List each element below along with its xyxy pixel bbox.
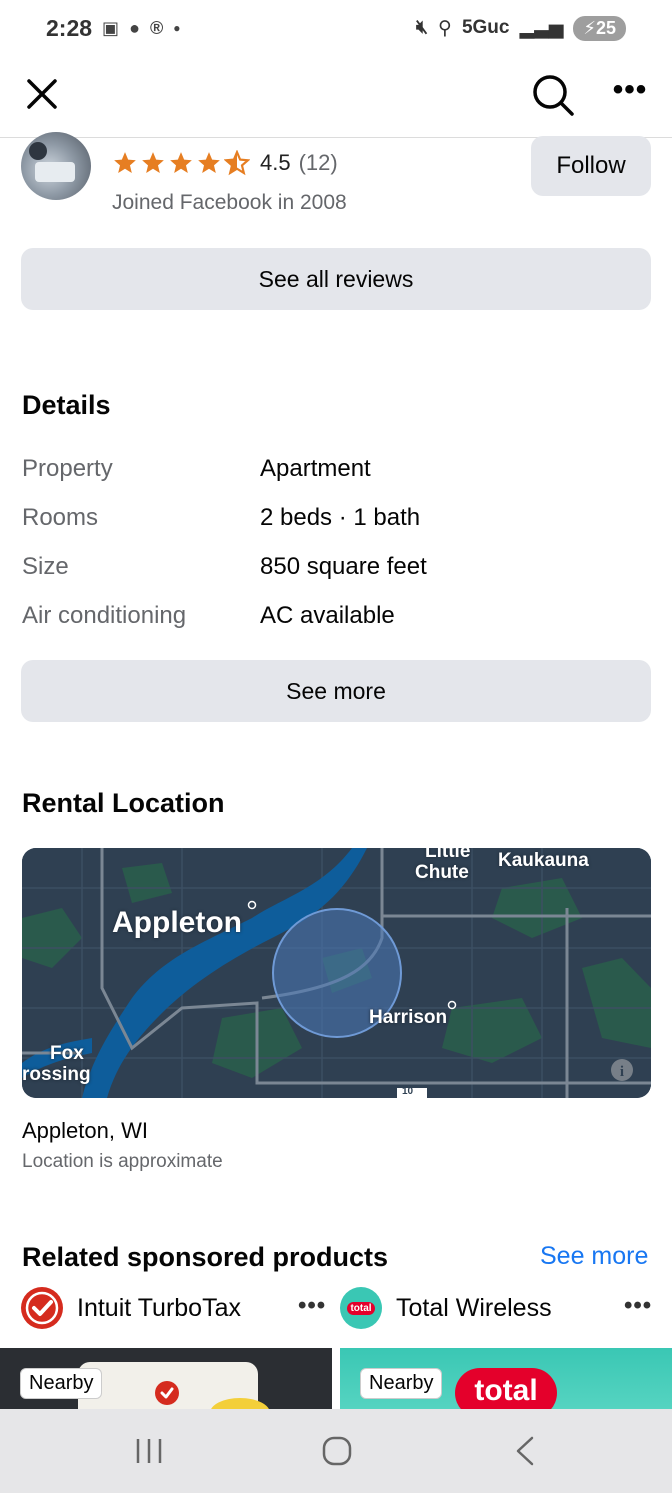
sponsored-card-total-wireless[interactable]: total Nearby [340,1348,672,1410]
total-brand-logo: total [455,1368,557,1410]
more-dots-icon: ••• [624,1292,653,1319]
location-map[interactable]: i Little Chute Kaukauna Appleton Harriso… [22,848,651,1098]
see-all-reviews-button[interactable]: See all reviews [21,248,651,310]
total-wireless-logo-icon: total [340,1287,382,1329]
detail-row: Air conditioning AC available [22,591,652,640]
dot-icon: ● [173,21,181,35]
status-time: 2:28 [46,14,93,41]
details-title: Details [22,390,111,420]
star-full-icon [198,152,220,173]
see-more-details-button[interactable]: See more [21,660,651,722]
sponsor-name: Intuit TurboTax [77,1293,241,1322]
turbotax-logo-icon [21,1287,63,1329]
home-icon[interactable] [321,1435,353,1467]
detail-row: Size 850 square feet [22,542,652,591]
nearby-badge: Nearby [360,1368,443,1399]
chat-icon: ● [129,17,140,38]
location-icon: ⚲ [438,17,452,39]
battery-level: ⚡25 [573,15,626,41]
turbotax-check-icon [155,1381,179,1405]
more-dots-icon: ••• [612,73,648,106]
sponsor-total-wireless[interactable]: total Total Wireless [340,1287,552,1329]
map-label-little: Little [425,848,471,862]
detail-key: Rooms [22,503,99,531]
star-full-icon [114,152,136,173]
sponsored-card-turbotax[interactable]: Nearby [0,1348,332,1410]
detail-value: AC available [260,601,395,629]
rental-location-title: Rental Location [22,788,225,818]
detail-key: Size [22,552,69,580]
detail-value: 850 square feet [260,552,427,580]
detail-row: Property Apartment [22,444,652,493]
detail-key: Air conditioning [22,601,187,629]
map-label-chute: Chute [415,862,469,883]
svg-text:i: i [620,1064,624,1080]
seller-rating: 4.5 (12) [112,150,338,176]
star-full-icon [142,152,164,173]
r-app-icon: ® [149,17,164,38]
rating-value: 4.5 [260,150,291,175]
highway-shield-label: 10 [402,1086,414,1097]
nearby-badge: Nearby [20,1368,103,1399]
close-button[interactable] [22,74,62,114]
close-icon [27,79,57,109]
status-bar: 2:28 ▣ ● ® ● 🔇︎ ⚲ 5Guc ▂▃▅ ⚡25 [0,0,672,56]
location-name: Appleton, WI [22,1118,148,1143]
map-graphic: i [22,848,651,1098]
details-list: Property Apartment Rooms 2 beds · 1 bath… [22,444,652,640]
map-label-crossing: rossing [22,1064,91,1085]
star-half-icon [224,150,250,176]
related-products-title: Related sponsored products [22,1242,389,1272]
sponsor-name: Total Wireless [396,1293,552,1322]
signal-icon: ▂▃▅ [519,17,564,39]
top-navigation: ••• [0,56,672,138]
seller-avatar[interactable] [21,132,91,200]
search-icon [533,75,574,116]
detail-value: Apartment [260,454,371,482]
rating-count: (12) [298,150,338,175]
location-note: Location is approximate [22,1151,223,1172]
search-button[interactable] [530,72,576,118]
map-label-kaukauna: Kaukauna [498,850,589,871]
battery-icon: ⚡ [583,17,596,38]
map-label-fox: Fox [50,1043,84,1064]
detail-row: Rooms 2 beds · 1 bath [22,493,652,542]
back-icon[interactable] [512,1435,538,1467]
more-dots-icon: ••• [298,1292,327,1319]
detail-key: Property [22,454,113,482]
network-label: 5Guc [461,17,510,38]
detail-value: 2 beds · 1 bath [260,503,421,531]
map-label-appleton: Appleton [112,906,242,939]
recent-apps-icon[interactable] [134,1435,164,1467]
system-navigation-bar [0,1409,672,1493]
more-options-button[interactable]: ••• [608,73,652,112]
joined-date: Joined Facebook in 2008 [112,191,347,214]
star-full-icon [170,152,192,173]
mute-icon: 🔇︎ [416,17,429,38]
related-see-more-link[interactable]: See more [540,1242,648,1271]
map-label-harrison: Harrison [369,1007,448,1028]
sponsor-more-button[interactable]: ••• [624,1292,652,1320]
screenshot-icon: ▣ [102,17,120,38]
follow-button[interactable]: Follow [531,136,651,196]
sponsor-more-button[interactable]: ••• [298,1292,326,1320]
sponsor-turbotax[interactable]: Intuit TurboTax [21,1287,241,1329]
